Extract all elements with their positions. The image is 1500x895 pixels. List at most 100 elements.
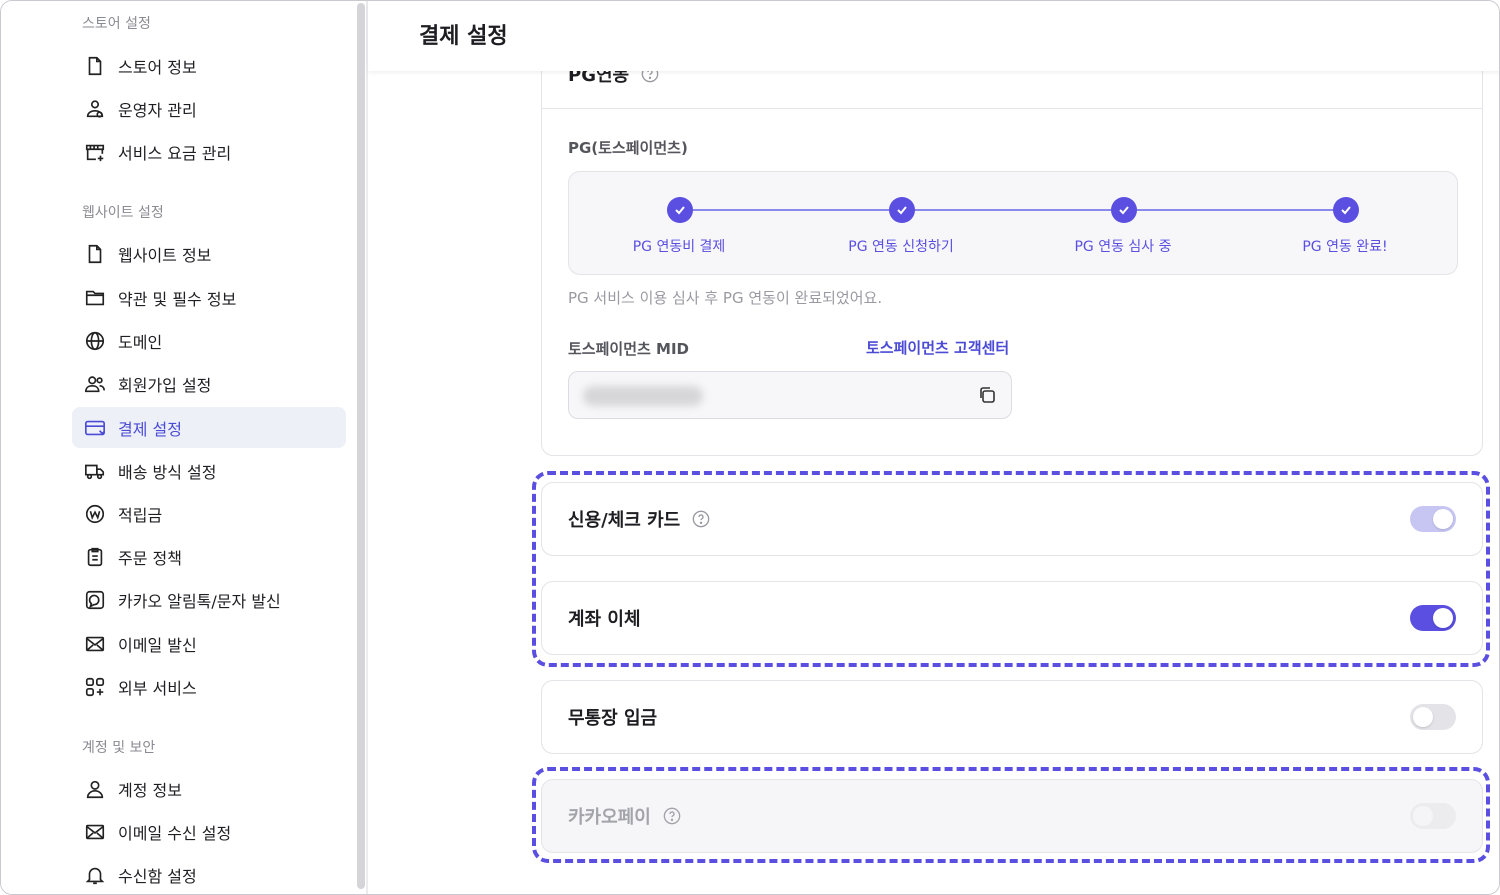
page-title: 결제 설정 [419,24,508,49]
store-plus-icon [83,140,107,164]
sidebar-section-website: 웹사이트 설정 [82,205,164,221]
sidebar-item-email-receive[interactable]: 이메일 수신 설정 [72,811,346,852]
sidebar-item-label: 회원가입 설정 [118,375,212,395]
sidebar-item-label: 서비스 요금 관리 [118,143,232,163]
toggle-knob [1413,707,1433,727]
toggle-knob [1413,806,1433,826]
method-label: 신용/체크 카드 [568,506,710,532]
stepper-line [680,209,1346,211]
sidebar-item-label: 도메인 [118,332,163,352]
sidebar-item-label: 운영자 관리 [118,100,197,120]
check-icon [1333,197,1359,223]
file-icon [83,54,107,78]
sidebar-item-email-send[interactable]: 이메일 발신 [72,623,346,664]
sidebar-item-points[interactable]: 적립금 [72,493,346,534]
step-label: PG 연동 완료! [1302,239,1388,255]
help-icon[interactable] [663,807,681,825]
method-deposit: 무통장 입금 [541,680,1483,754]
step-label: PG 연동 신청하기 [848,239,954,255]
bank-transfer-toggle[interactable] [1410,605,1456,631]
sidebar-item-label: 외부 서비스 [118,678,197,698]
credit-card-toggle[interactable] [1410,506,1456,532]
pg-provider-label: PG(토스페이먼츠) [568,139,688,157]
sidebar-item-external[interactable]: 외부 서비스 [72,666,346,707]
sidebar-item-shipping[interactable]: 배송 방식 설정 [72,450,346,491]
mail-icon [83,820,107,844]
sidebar-item-operators[interactable]: 운영자 관리 [72,88,346,129]
sidebar-section-store: 스토어 설정 [82,16,151,32]
main-content: PG연동 PG(토스페이먼츠) PG 연동비 결제 PG 연동 신청하기 PG … [368,61,1499,894]
sidebar-item-service-fee[interactable]: 서비스 요금 관리 [72,131,346,172]
help-icon[interactable] [692,510,710,528]
user-icon [83,777,107,801]
method-kakaopay: 카카오페이 [541,779,1483,853]
clipboard-icon [83,545,107,569]
mail-icon [83,632,107,656]
method-label: 계좌 이체 [568,605,641,631]
sidebar-item-label: 주문 정책 [118,548,182,568]
sidebar-item-order-policy[interactable]: 주문 정책 [72,536,346,577]
app-window: 스토어 설정 스토어 정보 운영자 관리 서비스 요금 관리 웹사이트 설정 웹… [0,0,1500,895]
sidebar-item-label: 계정 정보 [118,780,182,800]
globe-icon [83,329,107,353]
truck-icon [83,459,107,483]
sidebar-item-account-info[interactable]: 계정 정보 [72,768,346,809]
step-label: PG 연동비 결제 [632,239,726,255]
sidebar-item-store-info[interactable]: 스토어 정보 [72,45,346,86]
sidebar-item-website-info[interactable]: 웹사이트 정보 [72,233,346,274]
sidebar-item-kakao-sms[interactable]: 카카오 알림톡/문자 발신 [72,579,346,620]
pg-integration-card: PG연동 PG(토스페이먼츠) PG 연동비 결제 PG 연동 신청하기 PG … [541,61,1483,456]
user-group-icon [83,97,107,121]
pg-status-note: PG 서비스 이용 심사 후 PG 연동이 완료되었어요. [568,289,883,307]
sidebar-scrollbar[interactable] [357,3,365,889]
bell-icon [83,863,107,887]
divider [542,108,1482,109]
sidebar-item-label: 수신함 설정 [118,866,197,886]
sidebar-item-label: 약관 및 필수 정보 [118,289,237,309]
chat-icon [83,588,107,612]
support-center-link[interactable]: 토스페이먼츠 고객센터 [866,337,1009,358]
check-icon [1111,197,1137,223]
toggle-knob [1433,509,1453,529]
users-icon [83,372,107,396]
sidebar-item-label: 이메일 발신 [118,635,197,655]
method-label-text: 신용/체크 카드 [568,510,681,531]
sidebar-item-label: 배송 방식 설정 [118,462,217,482]
sidebar-item-label: 이메일 수신 설정 [118,823,232,843]
toggle-knob [1433,608,1453,628]
sidebar-item-label: 적립금 [118,505,163,525]
sidebar-item-terms[interactable]: 약관 및 필수 정보 [72,277,346,318]
method-label-text: 카카오페이 [568,807,651,828]
page-header: 결제 설정 [368,1,1499,71]
sidebar-item-label: 결제 설정 [118,419,182,439]
sidebar: 스토어 설정 스토어 정보 운영자 관리 서비스 요금 관리 웹사이트 설정 웹… [1,1,356,894]
file-icon [83,242,107,266]
sidebar-item-signup[interactable]: 회원가입 설정 [72,363,346,404]
check-icon [667,197,693,223]
step-label: PG 연동 심사 중 [1074,239,1172,255]
won-coin-icon [83,502,107,526]
method-label: 카카오페이 [568,803,681,829]
sidebar-item-label: 카카오 알림톡/문자 발신 [118,591,281,611]
method-credit-card: 신용/체크 카드 [541,482,1483,556]
method-label-text: 무통장 입금 [568,708,658,729]
mid-field[interactable] [568,371,1012,419]
check-icon [889,197,915,223]
apps-icon [83,675,107,699]
sidebar-item-label: 웹사이트 정보 [118,245,212,265]
folder-icon [83,286,107,310]
sidebar-item-label: 스토어 정보 [118,57,197,77]
method-label: 무통장 입금 [568,704,657,730]
mid-value-redacted [583,386,703,406]
sidebar-item-domain[interactable]: 도메인 [72,320,346,361]
method-bank-transfer: 계좌 이체 [541,581,1483,655]
sidebar-item-payment[interactable]: 결제 설정 [72,407,346,448]
kakaopay-toggle [1410,803,1456,829]
sidebar-item-inbox[interactable]: 수신함 설정 [72,854,346,894]
pg-stepper: PG 연동비 결제 PG 연동 신청하기 PG 연동 심사 중 PG 연동 완료… [568,171,1458,275]
copy-icon[interactable] [977,385,997,405]
mid-label: 토스페이먼츠 MID [568,340,689,358]
deposit-toggle[interactable] [1410,704,1456,730]
sidebar-section-account: 계정 및 보안 [82,740,156,756]
card-icon [83,416,107,440]
